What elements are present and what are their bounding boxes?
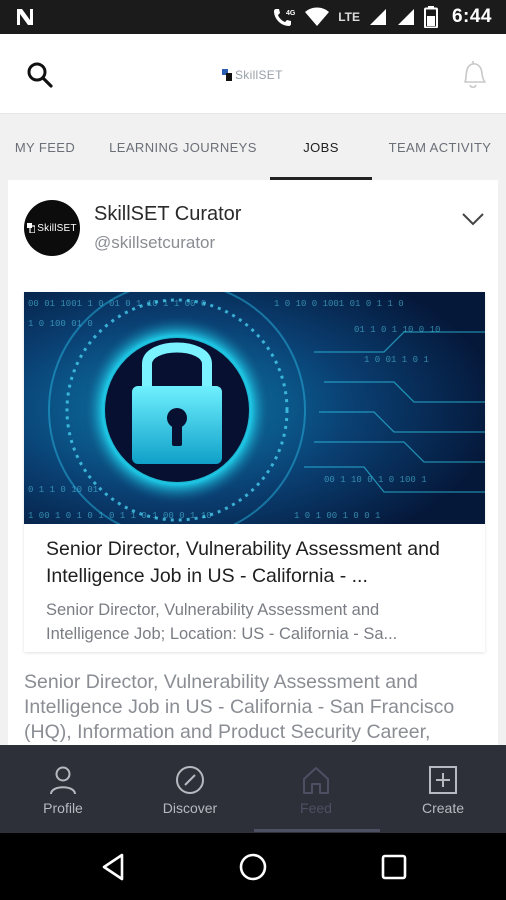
author-name[interactable]: SkillSET Curator (94, 203, 241, 226)
n-logo-icon (17, 9, 33, 25)
post-card: SkillSET SkillSET Curator @skillsetcurat… (8, 180, 498, 745)
battery-icon (423, 6, 438, 28)
wifi-icon (305, 7, 330, 26)
cell-signal-icon (397, 9, 414, 25)
bottom-navigation: Profile Discover Feed Create (0, 745, 506, 833)
recents-icon[interactable] (378, 851, 410, 883)
post-body-text: Senior Director, Vulnerability Assessmen… (24, 671, 455, 743)
tab-team-activity[interactable]: TEAM ACTIVITY (378, 114, 502, 180)
app-logo-text: SkillSET (235, 68, 283, 82)
nav-create-label: Create (421, 800, 465, 816)
network-type: LTE (338, 10, 360, 24)
status-icons: 4G LTE 6:44 (272, 0, 506, 34)
cyber-lock-image: 00 01 1001 1 0 01 0 1 10 1 1 00 0 1 0 10… (24, 292, 485, 524)
nav-feed-label: Feed (300, 800, 332, 816)
signal-label: 4G (286, 10, 296, 17)
profile-icon (50, 766, 76, 795)
plus-square-icon (429, 766, 457, 794)
home-button-icon[interactable] (237, 851, 269, 883)
wifi-call-icon: 4G (274, 9, 296, 26)
bell-icon[interactable] (457, 58, 489, 92)
tab-my-feed[interactable]: MY FEED (0, 114, 90, 180)
svg-text:1 0 01 1 0 1: 1 0 01 1 0 1 (364, 355, 429, 365)
system-navigation-bar (0, 833, 506, 900)
home-icon (303, 767, 329, 794)
app-logo: SkillSET (222, 68, 283, 82)
avatar-text: SkillSET (37, 222, 77, 234)
avatar[interactable]: SkillSET (24, 200, 80, 256)
svg-text:00 1 10 0 1 0 100 1: 00 1 10 0 1 0 100 1 (324, 475, 427, 485)
link-preview-image: 00 01 1001 1 0 01 0 1 10 1 1 00 0 1 0 10… (24, 292, 485, 524)
link-description: Senior Director, Vulnerability Assessmen… (46, 601, 398, 643)
svg-text:1 0 1 00 1 0 0 1: 1 0 1 00 1 0 0 1 (294, 511, 380, 521)
link-preview-card[interactable]: 00 01 1001 1 0 01 0 1 10 1 1 00 0 1 0 10… (24, 292, 485, 652)
link-title: Senior Director, Vulnerability Assessmen… (46, 538, 440, 587)
chevron-down-icon[interactable] (460, 210, 486, 228)
svg-text:1 00 1 0 1 0 1 0 1 1 0 1 00 0: 1 00 1 0 1 0 1 0 1 1 0 1 00 0 1 10 (28, 511, 212, 521)
tab-learning-journeys[interactable]: LEARNING JOURNEYS (98, 114, 268, 180)
status-bar: 4G LTE 6:44 (0, 0, 506, 34)
svg-text:0 1 1 0 10 01: 0 1 1 0 10 01 (28, 485, 98, 495)
feed-tabs: MY FEED LEARNING JOURNEYS JOBS TEAM ACTI… (0, 114, 506, 180)
nav-active-indicator (254, 829, 380, 832)
feed-list[interactable]: SkillSET SkillSET Curator @skillsetcurat… (0, 180, 506, 745)
back-icon[interactable] (98, 851, 130, 883)
nav-profile-label: Profile (43, 800, 83, 816)
nav-feed[interactable]: Feed (253, 745, 379, 833)
compass-icon (176, 766, 204, 794)
clock: 6:44 (451, 6, 492, 27)
skillset-avatar-logo-icon (27, 223, 36, 233)
nav-profile[interactable]: Profile (0, 745, 126, 833)
tab-jobs[interactable]: JOBS (270, 114, 372, 180)
lte-signal-icon (369, 9, 386, 25)
nav-discover[interactable]: Discover (127, 745, 253, 833)
svg-text:01 1 0 1 10 0 10: 01 1 0 1 10 0 10 (354, 325, 440, 335)
app-header: SkillSET (0, 34, 506, 114)
svg-text:1 0 10 0 1001 01 0 1 1 0: 1 0 10 0 1001 01 0 1 1 0 (274, 299, 404, 309)
search-icon[interactable] (26, 61, 54, 89)
nav-create[interactable]: Create (380, 745, 506, 833)
nav-discover-label: Discover (162, 800, 218, 816)
skillset-logo-icon (222, 69, 232, 81)
author-handle: @skillsetcurator (94, 233, 216, 252)
